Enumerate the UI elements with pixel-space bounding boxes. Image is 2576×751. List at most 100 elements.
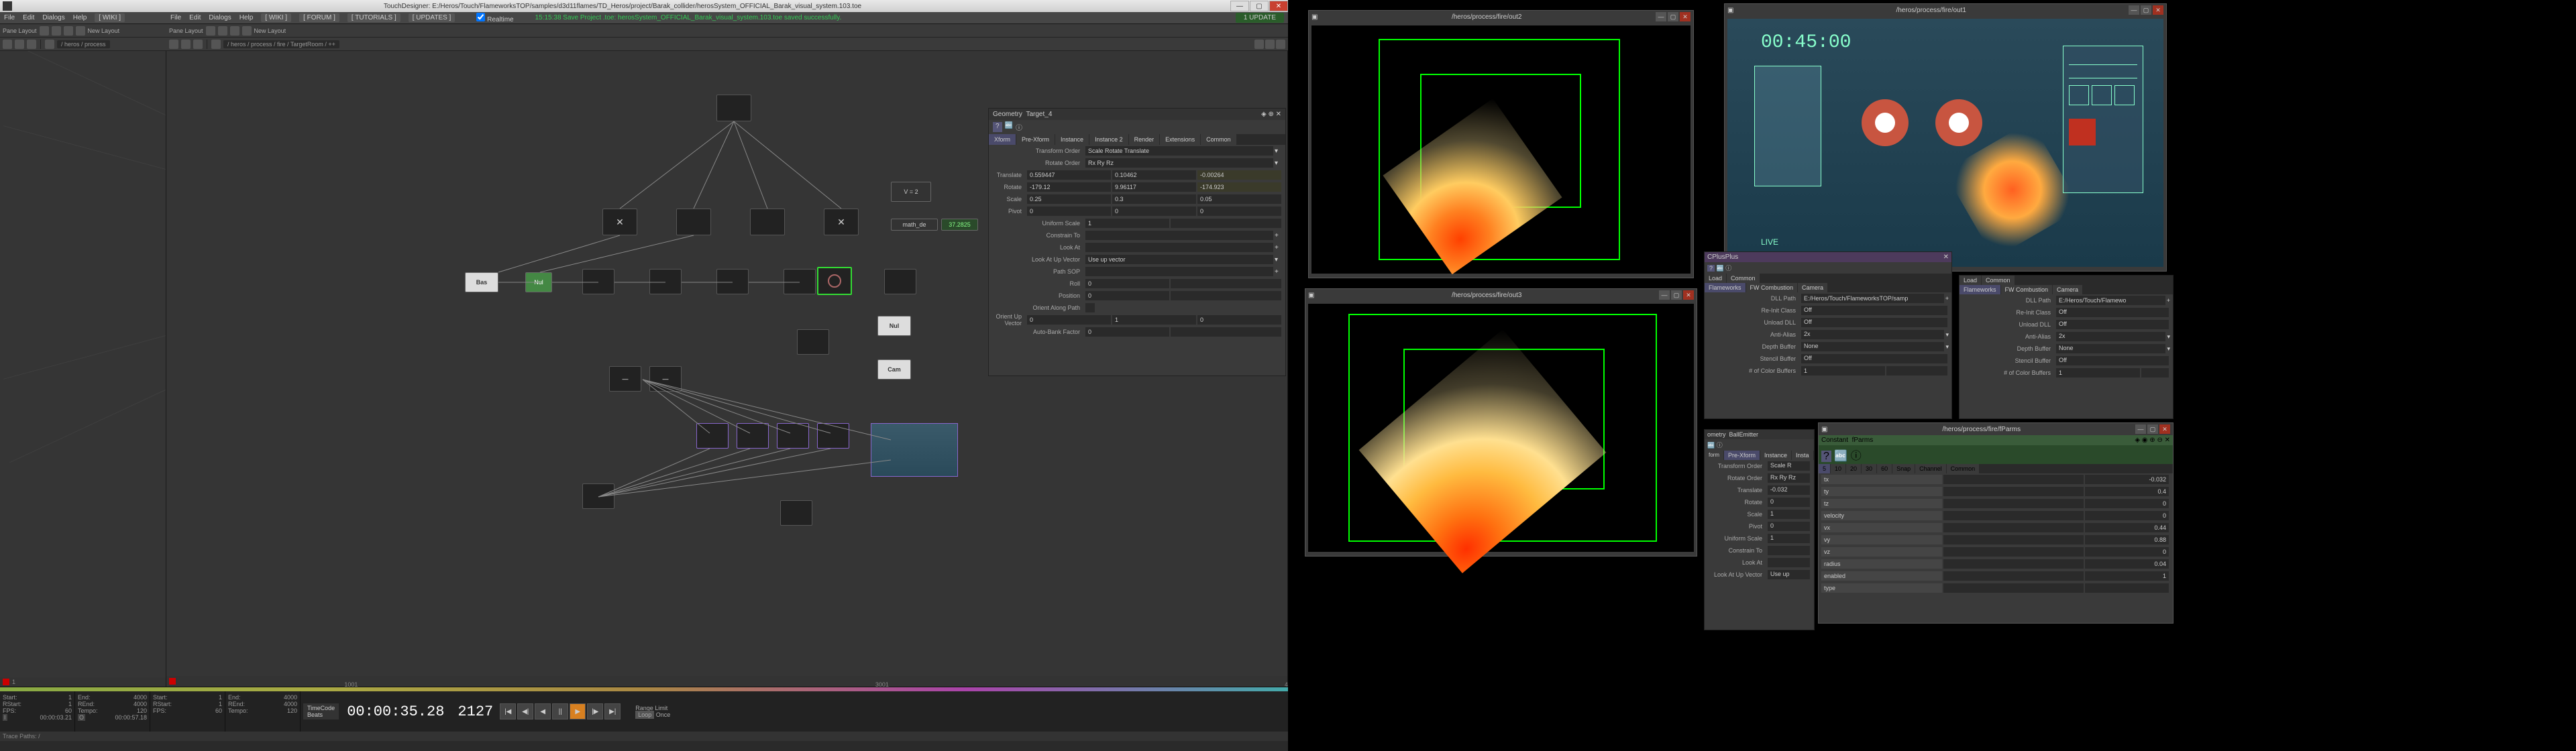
node-r4-1[interactable] <box>797 329 829 355</box>
info-icon[interactable]: ⓘ <box>1016 122 1022 132</box>
look-at-up-field[interactable] <box>1085 255 1273 264</box>
position-slider[interactable] <box>1171 291 1281 300</box>
stencil-toggle[interactable]: Off <box>1801 354 1947 363</box>
tab-extensions[interactable]: Extensions <box>1160 134 1200 145</box>
roll-slider[interactable] <box>1171 279 1281 288</box>
depth-field[interactable]: None <box>1801 342 1944 351</box>
channel-value-field[interactable] <box>2085 583 2169 593</box>
info-icon[interactable]: ⓘ <box>1717 442 1723 449</box>
menu-edit[interactable]: Edit <box>23 14 34 21</box>
node-math-de[interactable]: math_de <box>891 219 938 231</box>
tab-camera[interactable]: Camera <box>1798 283 1827 292</box>
channel-value-field[interactable] <box>2085 559 2169 569</box>
help-icon[interactable]: ? <box>1821 451 1831 462</box>
tab-xform[interactable]: Xform <box>989 134 1016 145</box>
tab-common[interactable]: Common <box>1727 274 1760 283</box>
new-layout-button[interactable]: New Layout <box>88 27 120 34</box>
menu-file[interactable]: File <box>4 14 15 21</box>
play-back-button[interactable]: ◀ <box>535 703 551 719</box>
nav-back-icon[interactable] <box>3 40 12 49</box>
rotate-y[interactable] <box>1112 182 1196 192</box>
plus-icon[interactable]: + <box>1945 295 1949 302</box>
roll-field[interactable] <box>1085 279 1169 288</box>
min-icon[interactable]: — <box>2135 424 2146 434</box>
network-editor-left[interactable] <box>0 51 166 677</box>
cplusplus-panel-2[interactable]: Load Common Flameworks FW Combustion Cam… <box>1959 275 2174 419</box>
fparms-tab-20[interactable]: 20 <box>1846 464 1861 473</box>
rotate-order-field[interactable] <box>1085 158 1273 168</box>
min-icon[interactable]: — <box>1656 12 1666 21</box>
node-b5[interactable] <box>582 483 614 509</box>
pane-tool-2[interactable] <box>1265 40 1275 49</box>
path-field-left[interactable]: / heros / process <box>57 40 110 48</box>
node-op-1[interactable]: ✕ <box>602 209 637 235</box>
channel-name-field[interactable] <box>1821 559 1942 569</box>
pivot-y[interactable] <box>1112 207 1196 216</box>
layout-icon-c1[interactable] <box>206 26 215 36</box>
lang-icon[interactable]: 🔤 <box>1707 442 1715 449</box>
translate-z[interactable] <box>1197 170 1281 180</box>
new-layout-button-2[interactable]: New Layout <box>254 27 286 34</box>
rotate-x[interactable] <box>1027 182 1111 192</box>
tab-prexform[interactable]: Pre-Xform <box>1016 134 1055 145</box>
close-button[interactable]: ✕ <box>1269 1 1288 11</box>
nav-back-icon-2[interactable] <box>169 40 178 49</box>
pause-button[interactable]: || <box>552 703 568 719</box>
viewer-out1[interactable]: ▣ /heros/process/fire/out1 —▢✕ 00:45:00 … <box>1724 3 2167 272</box>
fparms-tab-30[interactable]: 30 <box>1862 464 1876 473</box>
minimize-button[interactable]: — <box>1230 1 1249 11</box>
lang-icon[interactable]: 🔤 <box>1717 265 1724 272</box>
translate-y[interactable] <box>1112 170 1196 180</box>
colorbuf-field[interactable] <box>1801 366 1885 376</box>
layout-icon-c2[interactable] <box>218 26 227 36</box>
node-op-3[interactable] <box>750 209 785 235</box>
node-r5-2[interactable]: — <box>649 366 682 392</box>
translate-x[interactable] <box>1027 170 1111 180</box>
node-selected-target[interactable] <box>817 267 852 295</box>
node-cam[interactable]: Cam <box>877 359 911 380</box>
tab-prexform-be[interactable]: Pre-Xform <box>1724 451 1760 460</box>
node-r3-3[interactable] <box>716 269 749 294</box>
lang-icon[interactable]: 🔤 <box>1005 122 1013 132</box>
forum-button[interactable]: [ FORUM ] <box>299 13 339 22</box>
menu-dialogs[interactable]: Dialogs <box>42 14 64 21</box>
unload-toggle[interactable]: Off <box>1801 318 1947 327</box>
menu-dialogs-2[interactable]: Dialogs <box>209 14 231 21</box>
node-op-2[interactable] <box>676 209 711 235</box>
dropdown-icon[interactable]: ▾ <box>2167 345 2170 353</box>
close-icon[interactable]: ✕ <box>2153 5 2163 15</box>
fparms-tab-60[interactable]: 60 <box>1877 464 1892 473</box>
channel-name-field[interactable] <box>1821 499 1942 508</box>
channel-slider[interactable] <box>1943 475 2084 484</box>
channel-name-field[interactable] <box>1821 583 1942 593</box>
channel-slider[interactable] <box>1943 511 2084 520</box>
auto-bank-field[interactable] <box>1085 327 1169 337</box>
tab-flameworks[interactable]: Flameworks <box>1705 283 1746 292</box>
wiki-button-2[interactable]: [ WIKI ] <box>261 13 291 22</box>
transform-order-field[interactable] <box>1085 146 1273 156</box>
aa-field[interactable]: 2x <box>1801 330 1944 339</box>
nav-fwd-icon[interactable] <box>15 40 24 49</box>
node-b6[interactable] <box>780 500 812 526</box>
channel-name-field[interactable] <box>1821 523 1942 532</box>
auto-bank-slider[interactable] <box>1171 327 1281 337</box>
goto-end-button[interactable]: ▶| <box>604 703 621 719</box>
frame-display[interactable]: 2127 <box>452 703 498 720</box>
node-bas[interactable]: Bas <box>465 272 498 292</box>
node-b2[interactable] <box>737 423 769 449</box>
ballemitter-panel[interactable]: ometry BallEmitter 🔤 ⓘ form Pre-Xform In… <box>1704 429 1815 630</box>
channel-value-field[interactable] <box>2085 535 2169 544</box>
min-icon[interactable]: — <box>1659 290 1670 300</box>
pivot-z[interactable] <box>1197 207 1281 216</box>
rotate-z[interactable] <box>1197 182 1281 192</box>
position-field[interactable] <box>1085 291 1169 300</box>
channel-slider[interactable] <box>1943 583 2084 593</box>
channel-name-field[interactable] <box>1821 547 1942 557</box>
lang-icon[interactable]: 🔤 <box>1834 451 1847 462</box>
channel-name-field[interactable] <box>1821 511 1942 520</box>
layout-icon-1[interactable] <box>40 26 49 36</box>
ruler-center[interactable]: 1001 3001 4000 <box>166 676 1287 687</box>
channel-value-field[interactable] <box>2085 499 2169 508</box>
fparms-tab-10[interactable]: 10 <box>1831 464 1845 473</box>
scale-z[interactable] <box>1197 194 1281 204</box>
